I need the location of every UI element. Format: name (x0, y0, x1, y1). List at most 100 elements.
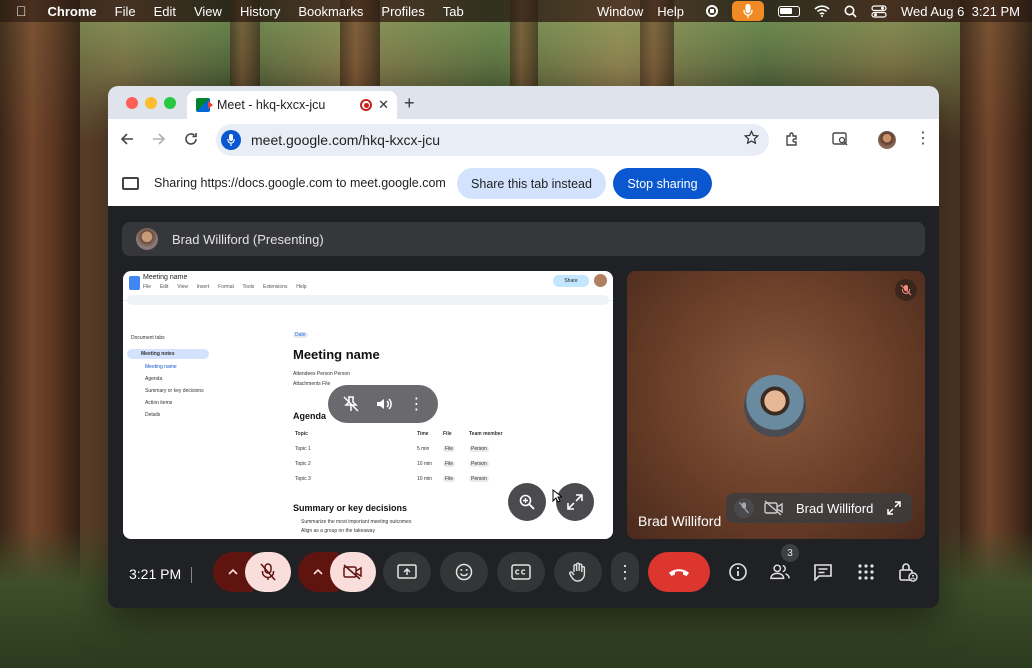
doc-title: Meeting name (143, 274, 188, 281)
menu-edit[interactable]: Edit (145, 4, 185, 19)
participant-avatar (744, 375, 806, 437)
zoom-in-icon[interactable] (508, 483, 546, 521)
extensions-icon[interactable] (784, 131, 802, 149)
menu-history[interactable]: History (231, 4, 289, 19)
raise-hand-button[interactable] (554, 552, 602, 592)
microphone-toggle-button[interactable] (245, 552, 291, 592)
menu-file[interactable]: File (106, 4, 145, 19)
reactions-button[interactable] (440, 552, 488, 592)
table-cell: Person (469, 446, 489, 452)
tab-title: Meet - hkq-kxcx-jcu (217, 98, 326, 112)
bullet-item: Align as a group on the takeaway (301, 528, 375, 534)
mic-site-indicator-icon[interactable] (221, 130, 241, 150)
present-now-button[interactable] (383, 552, 431, 592)
host-controls-icon[interactable] (898, 562, 918, 582)
presentation-tile[interactable]: Meeting name File Edit View Insert Forma… (123, 271, 613, 539)
presenter-bar: Brad Williford (Presenting) (122, 222, 925, 256)
menu-app-name[interactable]: Chrome (39, 4, 106, 19)
zoom-window-button[interactable] (164, 97, 176, 109)
volume-icon[interactable] (375, 395, 393, 413)
captions-button[interactable] (497, 552, 545, 592)
close-tab-icon[interactable]: ✕ (378, 97, 389, 113)
spotlight-search-icon[interactable] (844, 5, 857, 18)
sidebar-item: Agenda (145, 376, 163, 382)
doc-share-button: Share (553, 275, 589, 287)
meeting-clock: 3:21 PM (129, 566, 182, 582)
summary-heading: Summary or key decisions (293, 503, 408, 513)
meet-stage: Brad Williford (Presenting) Meeting name… (108, 206, 939, 608)
battery-icon[interactable] (778, 5, 800, 17)
sidebar-header: Document tabs (131, 335, 165, 341)
menu-window[interactable]: Window (597, 4, 643, 19)
menu-profiles[interactable]: Profiles (372, 4, 433, 19)
participants-count-badge: 3 (781, 544, 799, 562)
table-cell: Person (469, 461, 489, 467)
self-view-pip[interactable]: Brad Williford (726, 493, 912, 523)
unpin-icon[interactable] (342, 395, 360, 413)
sidebar-item: Action items (145, 400, 173, 406)
close-window-button[interactable] (126, 97, 138, 109)
new-tab-button[interactable]: + (404, 93, 415, 114)
table-cell: 10 min (417, 461, 433, 467)
table-cell: Topic 2 (295, 461, 311, 467)
mic-in-use-icon[interactable] (732, 1, 764, 21)
table-cell: File (443, 446, 456, 452)
minimize-window-button[interactable] (145, 97, 157, 109)
expand-self-view-icon[interactable] (886, 500, 902, 516)
bullet-item: Summarize the most important meeting out… (301, 519, 412, 525)
reload-button[interactable] (184, 132, 200, 148)
attachments-line: Attachments File (293, 381, 331, 387)
share-this-tab-button[interactable]: Share this tab instead (457, 168, 606, 199)
table-cell: Person (469, 476, 489, 482)
doc-menu-bar: File Edit View Insert Format Tools Exten… (143, 284, 307, 290)
menu-tab[interactable]: Tab (434, 4, 473, 19)
more-options-icon[interactable]: ⋮ (408, 394, 424, 414)
meeting-controls: 3:21 PM ⋮ 3 (108, 544, 939, 608)
camera-toggle-button[interactable] (330, 552, 376, 592)
apple-icon[interactable]:  (0, 3, 39, 19)
bookmark-star-icon[interactable] (744, 130, 759, 145)
menu-datetime[interactable]: Wed Aug 6 3:21 PM (901, 4, 1020, 19)
menu-bookmarks[interactable]: Bookmarks (289, 4, 372, 19)
more-options-button[interactable]: ⋮ (611, 552, 639, 592)
chrome-menu-icon[interactable]: ⋮ (914, 131, 932, 149)
docs-logo-icon (129, 276, 140, 290)
url-text: meet.google.com/hkq-kxcx-jcu (251, 132, 441, 148)
table-header: Time (417, 431, 429, 437)
address-bar[interactable]: meet.google.com/hkq-kxcx-jcu (216, 124, 769, 156)
forward-button[interactable] (152, 132, 168, 148)
menu-bar:  Chrome File Edit View History Bookmark… (0, 0, 1032, 22)
menu-view[interactable]: View (185, 4, 231, 19)
presentation-hover-controls: ⋮ (328, 385, 438, 423)
agenda-heading: Agenda (293, 411, 327, 421)
profile-avatar[interactable] (878, 131, 896, 149)
tab-strip: Meet - hkq-kxcx-jcu ✕ + (108, 86, 939, 119)
sidebar-item: Meeting name (145, 364, 177, 370)
menu-help[interactable]: Help (657, 4, 684, 19)
window-controls (126, 97, 176, 109)
control-center-icon[interactable] (871, 4, 887, 18)
mouse-cursor-icon (552, 489, 562, 503)
meet-favicon-icon (196, 98, 213, 112)
table-header: Topic (295, 431, 308, 437)
tab-sharing-bar: Sharing https://docs.google.com to meet.… (108, 161, 939, 206)
wifi-icon[interactable] (814, 5, 830, 17)
tab-search-icon[interactable] (832, 131, 850, 149)
participant-tile[interactable]: Brad Williford Brad Williford (627, 271, 925, 539)
recording-indicator-icon (360, 99, 372, 111)
date-chip: Date (293, 332, 308, 338)
back-button[interactable] (120, 132, 136, 148)
activities-icon[interactable] (856, 562, 876, 582)
tab-meet[interactable]: Meet - hkq-kxcx-jcu ✕ (187, 91, 397, 119)
table-cell: Topic 1 (295, 446, 311, 452)
chat-icon[interactable] (813, 562, 833, 582)
participant-name: Brad Williford (638, 513, 722, 529)
record-status-icon[interactable] (706, 5, 718, 17)
presenter-avatar (136, 228, 158, 250)
people-icon[interactable] (770, 562, 790, 582)
leave-call-button[interactable] (648, 552, 710, 592)
sharing-status-text: Sharing https://docs.google.com to meet.… (154, 176, 446, 190)
meeting-details-icon[interactable] (728, 562, 748, 582)
stop-sharing-button[interactable]: Stop sharing (613, 168, 712, 199)
screen-share-icon (122, 177, 139, 190)
